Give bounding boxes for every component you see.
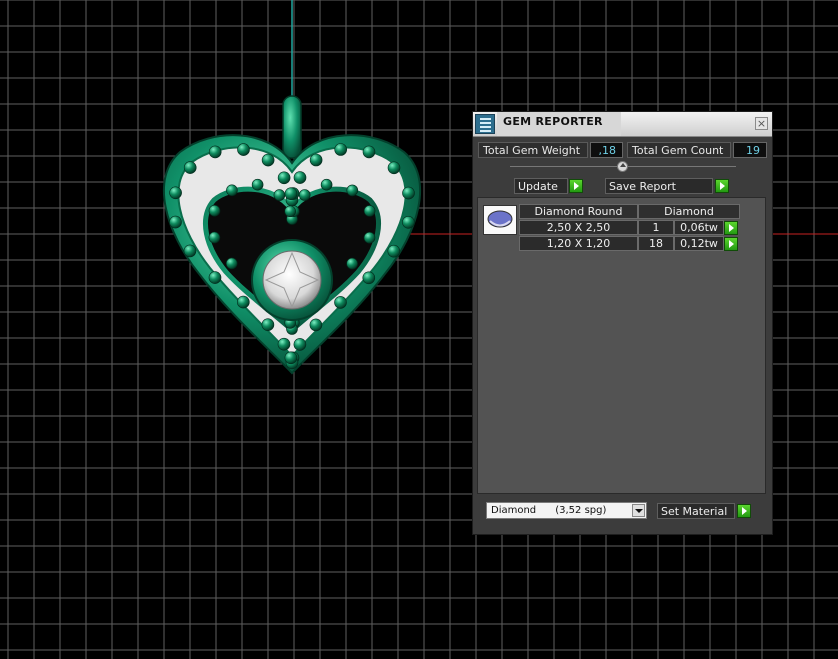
center-gem-stone — [262, 250, 322, 310]
update-play-arrow-icon[interactable] — [569, 179, 583, 193]
table-row-2-count: 18 — [638, 236, 674, 251]
gem-thumbnail-icon[interactable] — [483, 205, 517, 235]
save-report-play-arrow-icon[interactable] — [715, 179, 729, 193]
table-row-1-count: 1 — [638, 220, 674, 235]
panel-titlebar[interactable]: GEM REPORTER × — [473, 112, 772, 137]
heart-pendant-model[interactable] — [162, 95, 422, 375]
slider-icon[interactable] — [617, 161, 628, 172]
total-gem-count-label: Total Gem Count — [627, 142, 731, 158]
row-1-play-arrow-icon[interactable] — [724, 221, 738, 235]
material-select-value: Diamond (3,52 spg) — [491, 505, 607, 516]
update-button[interactable]: Update — [514, 178, 568, 194]
table-row-1-size: 2,50 X 2,50 — [519, 220, 638, 235]
panel-title: GEM REPORTER — [503, 115, 603, 128]
table-row-1-weight: 0,06tw — [674, 220, 724, 235]
total-gem-weight-value: ,18 — [590, 142, 623, 158]
gem-reporter-icon — [475, 114, 495, 134]
total-gem-count-value: 19 — [733, 142, 767, 158]
total-gem-weight-label: Total Gem Weight — [478, 142, 588, 158]
set-material-button[interactable]: Set Material — [657, 503, 735, 519]
material-select[interactable]: Diamond (3,52 spg) — [486, 502, 647, 519]
row-2-play-arrow-icon[interactable] — [724, 237, 738, 251]
pendant-bail — [282, 95, 302, 159]
save-report-button[interactable]: Save Report — [605, 178, 713, 194]
table-row-2-weight: 0,12tw — [674, 236, 724, 251]
table-row-2-size: 1,20 X 1,20 — [519, 236, 638, 251]
close-icon[interactable]: × — [755, 117, 768, 130]
table-header-material: Diamond — [638, 204, 740, 219]
table-header-shape: Diamond Round — [519, 204, 638, 219]
set-material-play-arrow-icon[interactable] — [737, 504, 751, 518]
dropdown-arrow-icon[interactable] — [632, 504, 645, 517]
